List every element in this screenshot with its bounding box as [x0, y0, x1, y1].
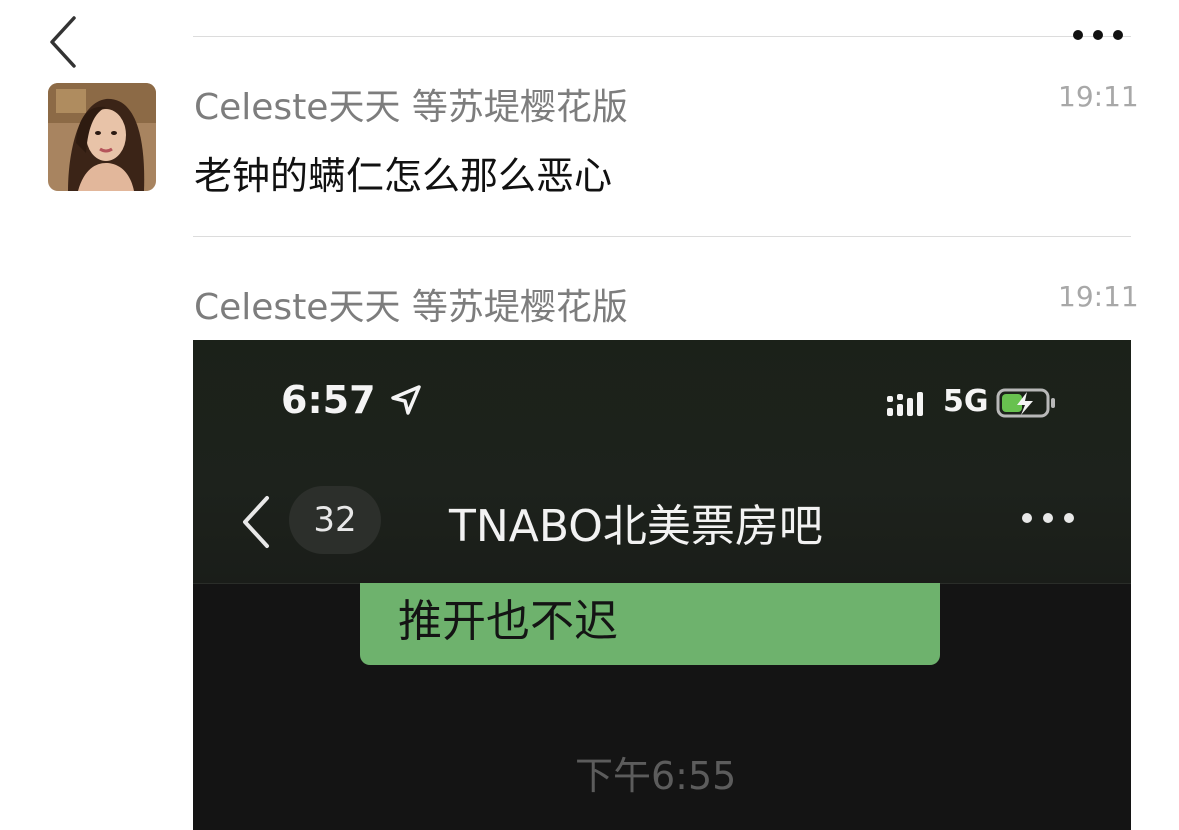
image-message[interactable]: 6:57 5G 32 TNABO北美票房吧 推开也不迟 下午6:55 — [193, 340, 1131, 830]
battery-charging-icon — [996, 388, 1055, 418]
sender-name: Celeste天天 等苏堤樱花版 — [194, 287, 628, 328]
message-divider — [193, 236, 1131, 237]
network-type: 5G — [943, 384, 989, 419]
top-divider — [193, 36, 1131, 37]
message-time: 19:11 — [1058, 80, 1139, 113]
chevron-left-icon — [243, 496, 269, 548]
chat-title: TNABO北美票房吧 — [449, 501, 823, 552]
chat-back-button — [237, 490, 277, 550]
chat-bubble: 推开也不迟 — [360, 583, 940, 665]
message-text[interactable]: 老钟的螨仁怎么那么恶心 — [194, 145, 612, 200]
avatar[interactable] — [48, 83, 156, 191]
avatar-image — [48, 83, 156, 191]
more-horizontal-icon — [1022, 513, 1074, 523]
sender-name: Celeste天天 等苏堤樱花版 — [194, 87, 628, 128]
bubble-text: 推开也不迟 — [398, 596, 618, 647]
chevron-left-icon — [50, 16, 76, 68]
more-button[interactable] — [1066, 22, 1130, 48]
chat-more-button — [1019, 506, 1077, 530]
back-button[interactable] — [40, 8, 88, 68]
embedded-header: 6:57 5G 32 TNABO北美票房吧 — [193, 340, 1131, 584]
chat-timestamp: 下午6:55 — [575, 754, 737, 798]
unread-count-badge: 32 — [289, 486, 381, 554]
location-arrow-icon — [391, 385, 421, 415]
message-time: 19:11 — [1058, 280, 1139, 313]
signal-icon — [887, 392, 923, 416]
status-time: 6:57 — [281, 378, 423, 422]
more-horizontal-icon — [1073, 30, 1123, 40]
